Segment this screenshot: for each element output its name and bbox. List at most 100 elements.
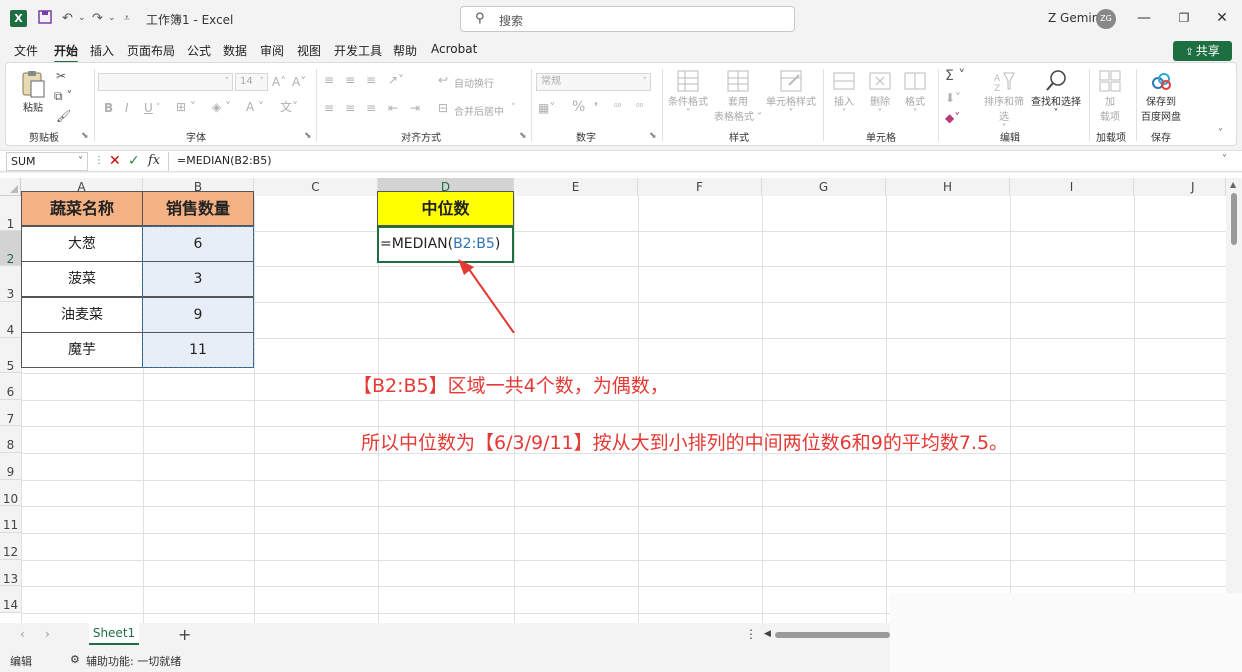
font-color-icon[interactable]: A ˅ (246, 100, 264, 114)
vertical-scrollbar[interactable]: ▲ (1226, 178, 1242, 623)
tab-insert[interactable]: 插入 (90, 42, 114, 59)
col-header-e[interactable]: E (514, 178, 638, 196)
col-header-g[interactable]: G (762, 178, 886, 196)
align-right-icon[interactable]: ≡ (366, 101, 376, 115)
fill-color-icon[interactable]: ◈ ˅ (212, 100, 231, 114)
cell-b2[interactable]: 6 (142, 226, 254, 262)
customize-toolbar-icon[interactable]: ⩡ (124, 10, 130, 27)
undo-icon[interactable]: ↶ (62, 10, 73, 27)
cell-a5[interactable]: 魔芋 (21, 332, 143, 368)
tab-file[interactable]: 文件 (14, 42, 38, 59)
user-name[interactable]: Z Gemini (1048, 11, 1103, 25)
scroll-up-icon[interactable]: ▲ (1230, 180, 1236, 189)
collapse-ribbon-icon[interactable]: ˅ (1218, 127, 1223, 141)
scroll-left-icon[interactable]: ◀ (764, 629, 771, 639)
align-top-icon[interactable]: ≡ (324, 73, 334, 87)
share-button[interactable]: ⇪ 共享 (1173, 41, 1232, 61)
name-box[interactable]: SUM ˅ (6, 152, 88, 171)
prev-sheet-icon[interactable]: ‹ (20, 627, 25, 641)
redo-dropdown-icon[interactable]: ⌄ (108, 10, 116, 27)
italic-button[interactable]: I (125, 101, 129, 115)
font-launcher-icon[interactable]: ⬊ (304, 131, 312, 141)
autosum-icon[interactable]: Σ ˅ (945, 69, 965, 83)
cell-a3[interactable]: 菠菜 (21, 261, 143, 297)
comma-style-icon[interactable]: ❜ (594, 100, 598, 114)
row-header-5[interactable]: 5 (0, 338, 21, 373)
next-sheet-icon[interactable]: › (45, 627, 50, 641)
accessibility-status[interactable]: 辅助功能: 一切就绪 (86, 653, 181, 669)
wrap-text-button[interactable]: 自动换行 (454, 75, 494, 90)
worksheet-grid[interactable]: A B C D E F G H I J 1 2 3 4 5 6 7 8 9 10… (0, 173, 1242, 623)
select-all-corner[interactable] (0, 178, 21, 196)
save-icon[interactable] (38, 10, 52, 27)
sort-filter-button[interactable]: AZ 排序和筛选 ˅ (980, 69, 1028, 134)
cell-b1-header[interactable]: 销售数量 (142, 191, 254, 226)
number-launcher-icon[interactable]: ⬊ (649, 131, 657, 141)
number-format-dropdown[interactable]: 常规 ˅ (536, 73, 651, 91)
border-icon[interactable]: ⊞ ˅ (176, 100, 196, 114)
row-header-2[interactable]: 2 (0, 231, 21, 266)
save-to-baidu-button[interactable]: 保存到 百度网盘 (1138, 69, 1184, 123)
row-header-3[interactable]: 3 (0, 266, 21, 302)
format-painter-icon[interactable]: 🖌 (56, 109, 71, 123)
tab-view[interactable]: 视图 (297, 42, 321, 59)
cell-a2[interactable]: 大葱 (21, 226, 143, 262)
col-header-h[interactable]: H (886, 178, 1010, 196)
tab-acrobat[interactable]: Acrobat (431, 42, 477, 56)
currency-icon[interactable]: ▦˅ (538, 101, 555, 115)
cancel-formula-icon[interactable]: ✕ (109, 153, 121, 169)
row-header-4[interactable]: 4 (0, 302, 21, 338)
restore-icon[interactable]: ❐ (1174, 8, 1194, 28)
cell-d1-median-header[interactable]: 中位数 (377, 191, 514, 226)
tab-developer[interactable]: 开发工具 (334, 42, 382, 59)
underline-dropdown-icon[interactable]: ˅ (156, 101, 161, 115)
avatar[interactable]: ZG (1096, 9, 1116, 29)
redo-icon[interactable]: ↷ (92, 10, 103, 27)
alignment-launcher-icon[interactable]: ⬊ (519, 131, 527, 141)
insert-cells-button[interactable]: 插入 ˅ (828, 69, 860, 119)
row-header-10[interactable]: 10 (0, 480, 21, 506)
cell-a1-header[interactable]: 蔬菜名称 (21, 191, 143, 226)
add-sheet-icon[interactable]: + (178, 625, 191, 644)
tab-data[interactable]: 数据 (223, 42, 247, 59)
row-header-6[interactable]: 6 (0, 373, 21, 400)
align-bottom-icon[interactable]: ≡ (366, 73, 376, 87)
tab-review[interactable]: 审阅 (260, 42, 284, 59)
row-header-1[interactable]: 1 (0, 196, 21, 231)
drag-handle-icon[interactable]: ⋮ (94, 155, 104, 166)
row-header-12[interactable]: 12 (0, 533, 21, 560)
font-size-dropdown[interactable]: 14 ˅ (235, 73, 268, 91)
col-header-c[interactable]: C (254, 178, 378, 196)
increase-indent-icon[interactable]: ⇥ (410, 101, 420, 115)
enter-formula-icon[interactable]: ✓ (128, 153, 140, 169)
tab-page-layout[interactable]: 页面布局 (127, 42, 175, 59)
cell-styles-button[interactable]: 单元格样式 ˅ (763, 69, 819, 119)
underline-button[interactable]: U (144, 101, 153, 115)
clipboard-launcher-icon[interactable]: ⬊ (81, 131, 89, 141)
insert-function-icon[interactable]: fx (148, 153, 160, 169)
percent-icon[interactable]: % (572, 100, 585, 114)
sheet-tab-sheet1[interactable]: Sheet1 (89, 623, 139, 645)
undo-dropdown-icon[interactable]: ⌄ (78, 10, 86, 27)
row-header-8[interactable]: 8 (0, 426, 21, 453)
paste-button[interactable]: 粘贴 (18, 69, 48, 114)
vertical-scroll-thumb[interactable] (1231, 193, 1237, 245)
close-icon[interactable]: ✕ (1212, 8, 1232, 28)
col-header-i[interactable]: I (1010, 178, 1134, 196)
row-header-14[interactable]: 14 (0, 586, 21, 613)
clear-icon[interactable]: ◆˅ (945, 111, 960, 125)
align-middle-icon[interactable]: ≡ (345, 73, 355, 87)
align-center-icon[interactable]: ≡ (345, 101, 355, 115)
row-header-7[interactable]: 7 (0, 400, 21, 426)
conditional-format-button[interactable]: 条件格式 ˅ (666, 69, 710, 119)
more-options-icon[interactable]: ⋮ (745, 627, 757, 641)
tab-help[interactable]: 帮助 (393, 42, 417, 59)
format-as-table-button[interactable]: 套用 表格格式 ˅ (713, 69, 763, 123)
cell-b5[interactable]: 11 (142, 332, 254, 368)
addins-button[interactable]: 加载项 (1096, 69, 1124, 123)
cell-a4[interactable]: 油麦菜 (21, 297, 143, 333)
phonetic-icon[interactable]: 文˅ (280, 100, 298, 114)
cell-b4[interactable]: 9 (142, 297, 254, 333)
col-header-j[interactable]: J (1134, 178, 1226, 196)
row-header-9[interactable]: 9 (0, 453, 21, 480)
